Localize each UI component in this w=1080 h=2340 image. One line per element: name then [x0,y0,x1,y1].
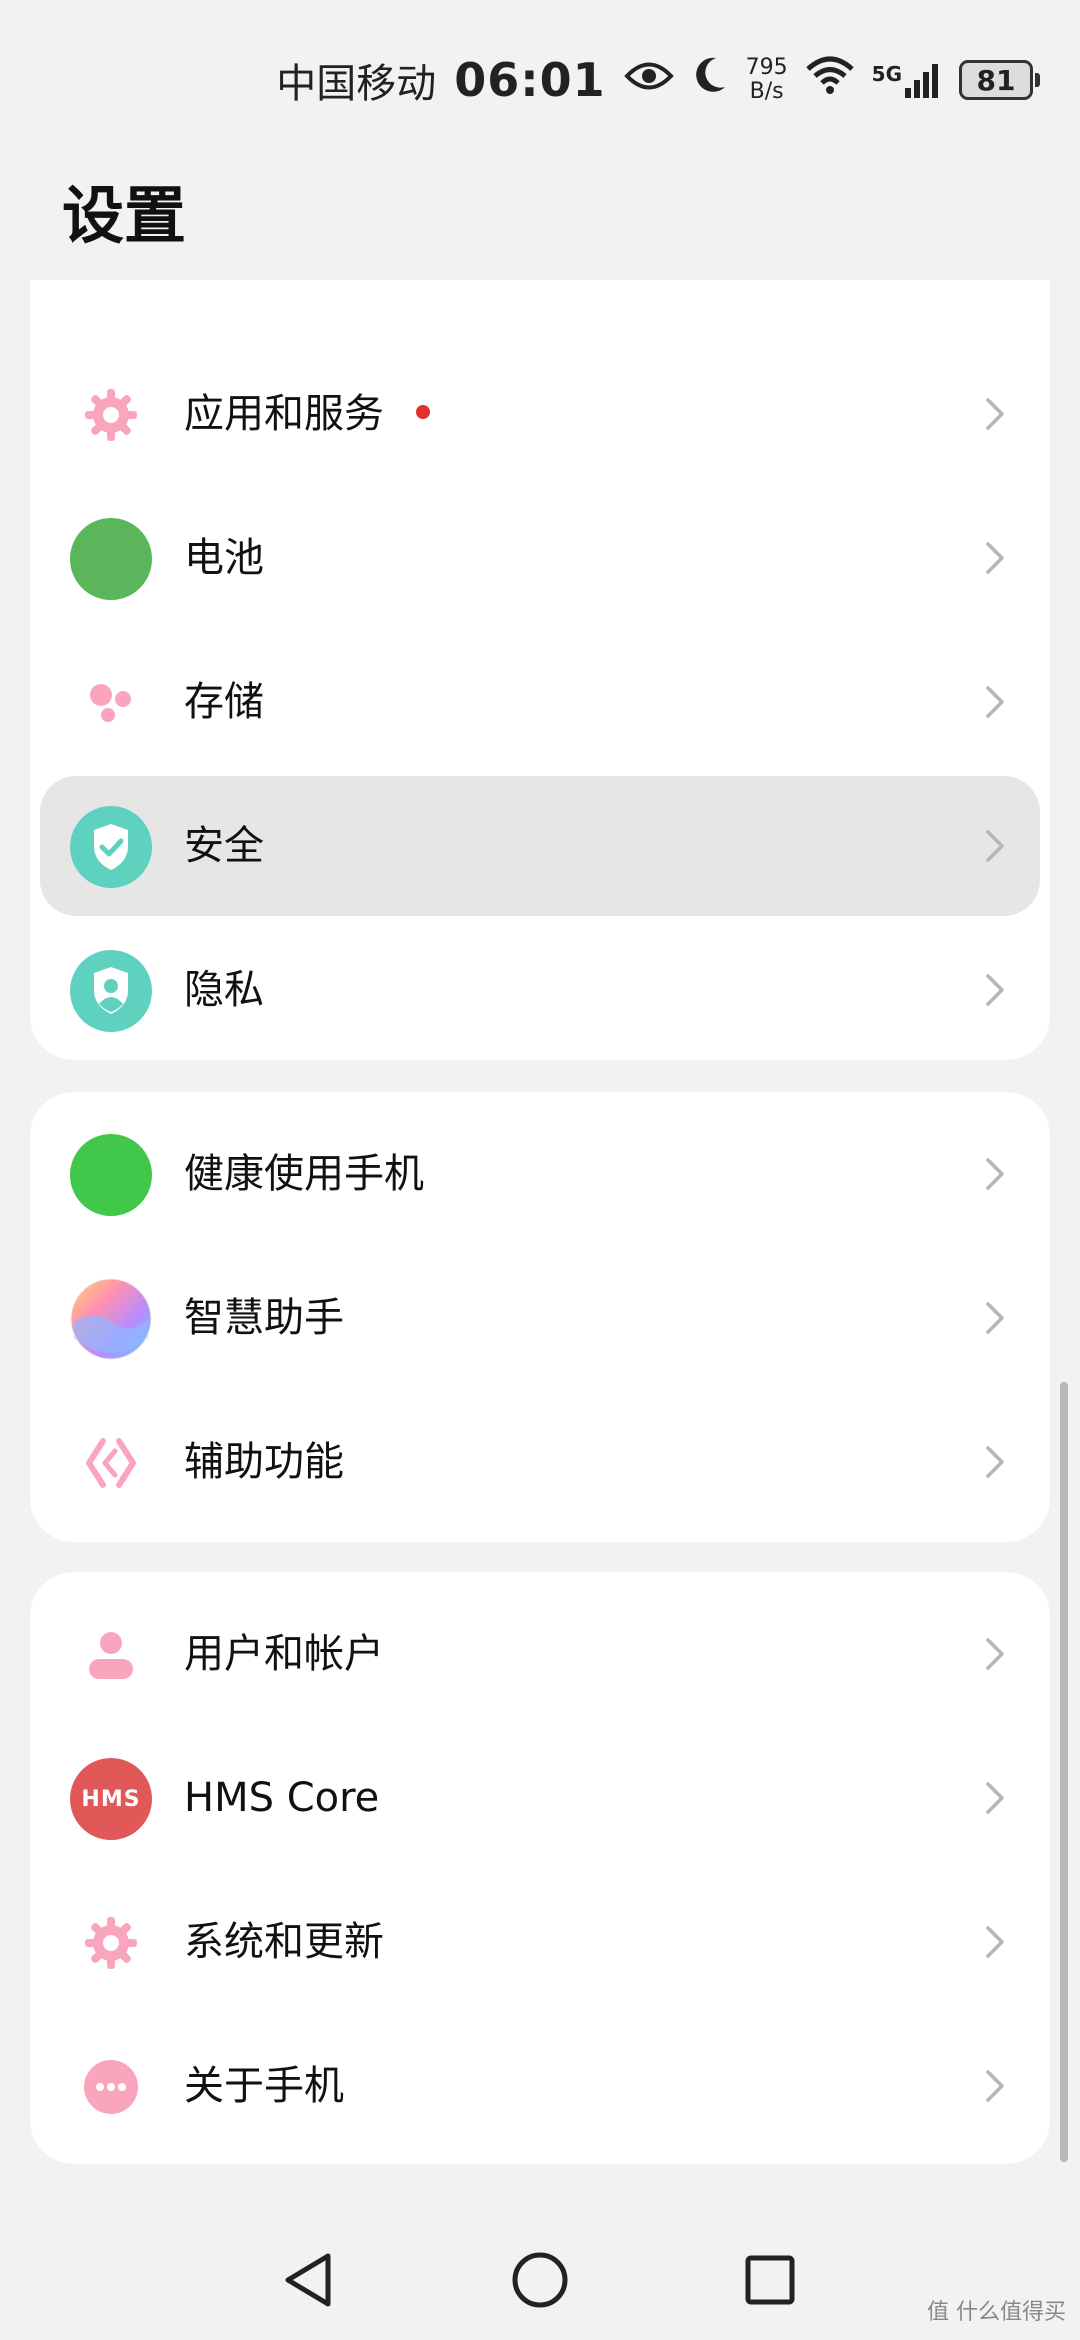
page-title: 设置 [62,179,187,252]
chevron-right-icon [986,1158,1004,1190]
settings-group-3: 用户和帐户 HMS HMS Core 系统和更新 关于手机 [30,1572,1050,2164]
settings-item-security[interactable]: 安全 [40,776,1040,916]
battery-icon [70,518,152,600]
settings-group-1: 应用和服务 电池 存储 安全 隐私 [30,280,1050,1060]
settings-item-assistant[interactable]: 智慧助手 [40,1248,1040,1388]
chevron-right-icon [986,1638,1004,1670]
settings-item-label: HMS Core [184,1775,380,1821]
scrollbar[interactable] [1060,1382,1068,2162]
home-button[interactable] [500,2240,580,2320]
settings-item-label: 智慧助手 [184,1295,344,1341]
recents-button[interactable] [730,2240,810,2320]
shield-check-icon [70,806,152,888]
more-dots-icon [70,2046,152,2128]
chevron-right-icon [986,686,1004,718]
chevron-right-icon [986,974,1004,1006]
battery-indicator: 81 [959,60,1040,100]
settings-item-privacy[interactable]: 隐私 [40,920,1040,1060]
settings-item-label: 用户和帐户 [184,1631,384,1677]
settings-item-label: 系统和更新 [184,1919,384,1965]
settings-item-label: 安全 [184,823,264,869]
settings-item-label: 存储 [184,679,264,725]
settings-item-label: 隐私 [184,967,264,1013]
settings-item-apps[interactable]: 应用和服务 [40,344,1040,484]
chevron-right-icon [986,1926,1004,1958]
settings-item-label: 健康使用手机 [184,1151,424,1197]
recents-square-icon [745,2255,795,2305]
assistant-orb-icon [70,1278,152,1360]
chevron-right-icon [986,1782,1004,1814]
digital-balance-icon [70,1134,152,1216]
watermark: 值 什么值得买 [927,2300,1066,2325]
settings-item-digital-balance[interactable]: 健康使用手机 [40,1104,1040,1244]
settings-item-battery[interactable]: 电池 [40,488,1040,628]
notification-badge [416,405,430,419]
chevron-right-icon [986,542,1004,574]
chevron-right-icon [986,830,1004,862]
chevron-right-icon [986,2070,1004,2102]
settings-group-2: 健康使用手机 智慧助手 辅助功能 [30,1092,1050,1542]
back-button[interactable] [268,2240,348,2320]
storage-icon [70,662,152,744]
chevron-right-icon [986,398,1004,430]
settings-item-label: 应用和服务 [184,344,430,484]
back-triangle-icon [285,2253,331,2307]
settings-item-label: 辅助功能 [184,1439,344,1485]
chevron-right-icon [986,1302,1004,1334]
hms-core-icon: HMS [70,1758,152,1840]
status-bar: 中国移动 06:01 795 B/s 5G 81 [276,40,1040,120]
clock: 06:01 [454,53,606,107]
home-circle-icon [512,2252,568,2308]
chevron-right-icon [986,1446,1004,1478]
gear-icon [70,374,152,456]
carrier-name: 中国移动 [276,61,437,107]
settings-list[interactable]: 应用和服务 电池 存储 安全 隐私 健康使用手机 智慧助手 辅助功能 用户和帐户… [0,280,1080,2200]
privacy-shield-icon [70,950,152,1032]
navigation-bar [0,2220,1080,2340]
settings-item-accessibility[interactable]: 辅助功能 [40,1392,1040,1532]
accessibility-icon [70,1422,152,1504]
network-speed: 795 B/s [745,55,788,104]
settings-item-system-update[interactable]: 系统和更新 [40,1872,1040,2012]
settings-item-label: 关于手机 [184,2063,344,2109]
user-icon [70,1614,152,1696]
moon-icon [692,55,728,105]
settings-item-hms-core[interactable]: HMS HMS Core [40,1728,1040,1868]
settings-item-about-phone[interactable]: 关于手机 [40,2016,1040,2156]
signal-icon: 5G [872,62,941,98]
settings-item-label: 电池 [184,535,264,581]
settings-item-storage[interactable]: 存储 [40,632,1040,772]
eye-comfort-icon [623,57,674,103]
wifi-icon [805,55,854,105]
settings-item-accounts[interactable]: 用户和帐户 [40,1584,1040,1724]
gear-icon [70,1902,152,1984]
